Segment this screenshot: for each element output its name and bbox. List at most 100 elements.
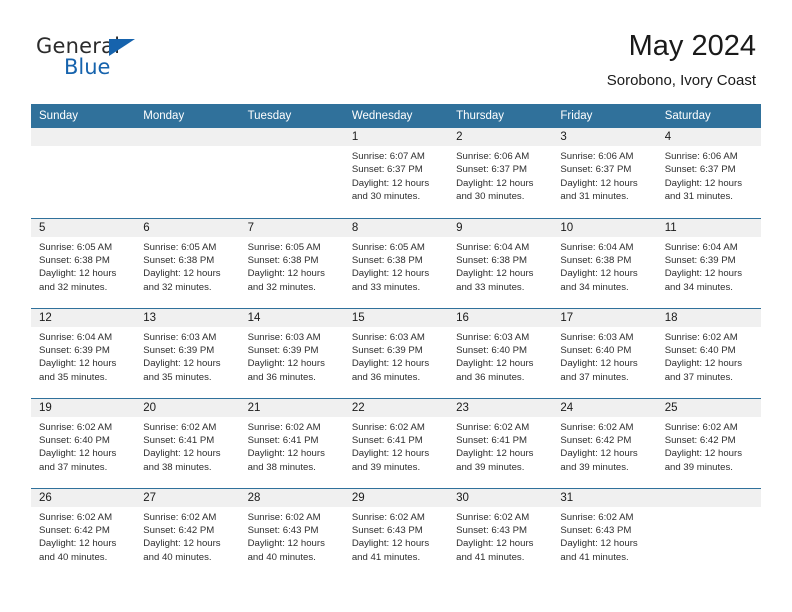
sunrise-text: Sunrise: 6:04 AM	[39, 331, 113, 343]
day-details: Sunrise: 6:03 AM Sunset: 6:39 PM Daylight:…	[344, 327, 448, 385]
day-number: 20	[135, 398, 240, 417]
daylight-text-line1: Daylight: 12 hours	[456, 448, 534, 460]
day-details: Sunrise: 6:02 AM Sunset: 6:40 PM Daylight:…	[657, 327, 761, 385]
calendar-day-cell[interactable]: 8 Sunrise: 6:05 AM Sunset: 6:38 PM Daylight…	[343, 217, 449, 308]
daylight-text-line1: Daylight: 12 hours	[143, 538, 221, 550]
calendar-day-cell[interactable]: 31 Sunrise: 6:02 AM Sunset: 6:43 PM Dayligh…	[552, 487, 657, 578]
day-number	[239, 128, 344, 146]
calendar-day-cell[interactable]: 26 Sunrise: 6:02 AM Sunset: 6:42 PM Dayligh…	[31, 487, 136, 578]
triangle-logo-icon	[109, 39, 135, 56]
daylight-text-line2: and 33 minutes.	[456, 281, 525, 293]
day-details: Sunrise: 6:02 AM Sunset: 6:43 PM Daylight:…	[344, 507, 448, 565]
calendar-day-cell[interactable]: 5 Sunrise: 6:05 AM Sunset: 6:38 PM Daylight…	[31, 217, 136, 308]
calendar-day-cell[interactable]: 23 Sunrise: 6:02 AM Sunset: 6:41 PM Dayligh…	[448, 397, 553, 488]
calendar-day-cell[interactable]: 14 Sunrise: 6:03 AM Sunset: 6:39 PM Dayligh…	[239, 307, 344, 398]
calendar-day-cell[interactable]: 17 Sunrise: 6:03 AM Sunset: 6:40 PM Dayligh…	[552, 307, 657, 398]
calendar-day-cell[interactable]: 25 Sunrise: 6:02 AM Sunset: 6:42 PM Dayligh…	[656, 397, 761, 488]
calendar-day-cell[interactable]: 30 Sunrise: 6:02 AM Sunset: 6:43 PM Dayligh…	[448, 487, 553, 578]
daylight-text-line1: Daylight: 12 hours	[247, 448, 325, 460]
weekday-header-thursday: Thursday	[448, 104, 553, 128]
day-number	[135, 128, 240, 146]
day-number: 21	[239, 398, 344, 417]
daylight-text-line2: and 32 minutes.	[143, 281, 212, 293]
calendar-body: 1 Sunrise: 6:07 AM Sunset: 6:37 PM Daylight…	[31, 128, 761, 578]
calendar-day-cell[interactable]: 1 Sunrise: 6:07 AM Sunset: 6:37 PM Daylight…	[343, 128, 449, 218]
calendar-day-cell-empty	[135, 128, 240, 218]
calendar-day-cell[interactable]: 12 Sunrise: 6:04 AM Sunset: 6:39 PM Dayligh…	[31, 307, 136, 398]
calendar-day-cell[interactable]: 29 Sunrise: 6:02 AM Sunset: 6:43 PM Dayligh…	[343, 487, 449, 578]
sunset-text: Sunset: 6:39 PM	[664, 254, 736, 266]
daylight-text-line2: and 38 minutes.	[247, 461, 316, 473]
sunrise-text: Sunrise: 6:07 AM	[351, 151, 425, 162]
calendar-day-cell[interactable]: 7 Sunrise: 6:05 AM Sunset: 6:38 PM Daylight…	[239, 217, 344, 308]
calendar-day-cell-empty	[656, 487, 761, 578]
sunset-text: Sunset: 6:37 PM	[351, 164, 423, 176]
calendar-day-cell[interactable]: 6 Sunrise: 6:05 AM Sunset: 6:38 PM Daylight…	[135, 217, 240, 308]
daylight-text-line1: Daylight: 12 hours	[560, 448, 638, 460]
daylight-text-line2: and 33 minutes.	[351, 281, 421, 293]
brand-name-general: General	[36, 34, 121, 58]
daylight-text-line2: and 34 minutes.	[560, 281, 629, 293]
calendar-day-cell[interactable]: 3 Sunrise: 6:06 AM Sunset: 6:37 PM Daylight…	[552, 128, 657, 218]
day-details: Sunrise: 6:02 AM Sunset: 6:42 PM Daylight:…	[657, 417, 761, 475]
calendar-day-cell[interactable]: 4 Sunrise: 6:06 AM Sunset: 6:37 PM Daylight…	[656, 128, 761, 218]
calendar-week-row: 1 Sunrise: 6:07 AM Sunset: 6:37 PM Daylight…	[31, 128, 761, 218]
daylight-text-line2: and 36 minutes.	[247, 371, 316, 383]
daylight-text-line1: Daylight: 12 hours	[456, 358, 534, 370]
calendar-day-cell[interactable]: 21 Sunrise: 6:02 AM Sunset: 6:41 PM Dayligh…	[239, 397, 344, 488]
sunset-text: Sunset: 6:38 PM	[143, 254, 215, 266]
calendar-day-cell[interactable]: 28 Sunrise: 6:02 AM Sunset: 6:43 PM Dayligh…	[239, 487, 344, 578]
day-number: 2	[448, 128, 553, 146]
daylight-text-line2: and 37 minutes.	[664, 371, 733, 383]
calendar-day-cell[interactable]: 24 Sunrise: 6:02 AM Sunset: 6:42 PM Dayligh…	[552, 397, 657, 488]
sunset-text: Sunset: 6:43 PM	[247, 524, 319, 536]
brand-logo[interactable]: General Blue	[36, 36, 156, 82]
daylight-text-line2: and 39 minutes.	[560, 461, 629, 473]
calendar-day-cell[interactable]: 11 Sunrise: 6:04 AM Sunset: 6:39 PM Dayligh…	[656, 217, 761, 308]
daylight-text-line1: Daylight: 12 hours	[560, 177, 638, 189]
sunset-text: Sunset: 6:38 PM	[456, 254, 528, 266]
sunrise-text: Sunrise: 6:02 AM	[247, 421, 321, 433]
day-number: 10	[552, 218, 657, 237]
day-number: 9	[448, 218, 553, 237]
sunrise-text: Sunrise: 6:04 AM	[664, 241, 738, 253]
daylight-text-line2: and 30 minutes.	[351, 191, 421, 203]
day-number: 15	[343, 308, 449, 327]
daylight-text-line2: and 32 minutes.	[39, 281, 108, 293]
daylight-text-line1: Daylight: 12 hours	[143, 268, 221, 280]
sunset-text: Sunset: 6:39 PM	[351, 344, 423, 356]
calendar-day-cell[interactable]: 19 Sunrise: 6:02 AM Sunset: 6:40 PM Dayligh…	[31, 397, 136, 488]
calendar-day-cell[interactable]: 27 Sunrise: 6:02 AM Sunset: 6:42 PM Dayligh…	[135, 487, 240, 578]
day-details: Sunrise: 6:05 AM Sunset: 6:38 PM Daylight:…	[135, 237, 239, 295]
daylight-text-line1: Daylight: 12 hours	[664, 358, 743, 370]
day-number: 8	[343, 218, 449, 237]
sunset-text: Sunset: 6:42 PM	[143, 524, 215, 536]
calendar-day-cell[interactable]: 15 Sunrise: 6:03 AM Sunset: 6:39 PM Dayligh…	[343, 307, 449, 398]
sunset-text: Sunset: 6:41 PM	[456, 434, 528, 446]
day-number: 24	[552, 398, 657, 417]
calendar-day-cell[interactable]: 16 Sunrise: 6:03 AM Sunset: 6:40 PM Dayligh…	[448, 307, 553, 398]
daylight-text-line1: Daylight: 12 hours	[39, 268, 117, 280]
calendar-day-cell[interactable]: 18 Sunrise: 6:02 AM Sunset: 6:40 PM Dayligh…	[656, 307, 761, 398]
daylight-text-line2: and 35 minutes.	[143, 371, 212, 383]
sunset-text: Sunset: 6:40 PM	[664, 344, 736, 356]
sunrise-text: Sunrise: 6:03 AM	[351, 331, 425, 343]
calendar-day-cell[interactable]: 9 Sunrise: 6:04 AM Sunset: 6:38 PM Daylight…	[448, 217, 553, 308]
sunset-text: Sunset: 6:42 PM	[664, 434, 736, 446]
daylight-text-line1: Daylight: 12 hours	[456, 538, 534, 550]
daylight-text-line2: and 37 minutes.	[560, 371, 629, 383]
calendar-day-cell[interactable]: 13 Sunrise: 6:03 AM Sunset: 6:39 PM Dayligh…	[135, 307, 240, 398]
daylight-text-line2: and 37 minutes.	[39, 461, 108, 473]
sunrise-text: Sunrise: 6:06 AM	[560, 151, 634, 162]
calendar-day-cell[interactable]: 22 Sunrise: 6:02 AM Sunset: 6:41 PM Dayligh…	[343, 397, 449, 488]
calendar-day-cell[interactable]: 20 Sunrise: 6:02 AM Sunset: 6:41 PM Dayligh…	[135, 397, 240, 488]
daylight-text-line2: and 38 minutes.	[143, 461, 212, 473]
day-details: Sunrise: 6:06 AM Sunset: 6:37 PM Daylight:…	[552, 146, 656, 204]
calendar-day-cell[interactable]: 10 Sunrise: 6:04 AM Sunset: 6:38 PM Dayligh…	[552, 217, 657, 308]
day-number: 19	[31, 398, 136, 417]
day-details: Sunrise: 6:03 AM Sunset: 6:39 PM Daylight:…	[240, 327, 344, 385]
sunrise-text: Sunrise: 6:04 AM	[560, 241, 634, 253]
calendar-week-row: 12 Sunrise: 6:04 AM Sunset: 6:39 PM Dayligh…	[31, 307, 761, 398]
calendar-day-cell[interactable]: 2 Sunrise: 6:06 AM Sunset: 6:37 PM Daylight…	[448, 128, 553, 218]
daylight-text-line2: and 31 minutes.	[560, 191, 629, 203]
